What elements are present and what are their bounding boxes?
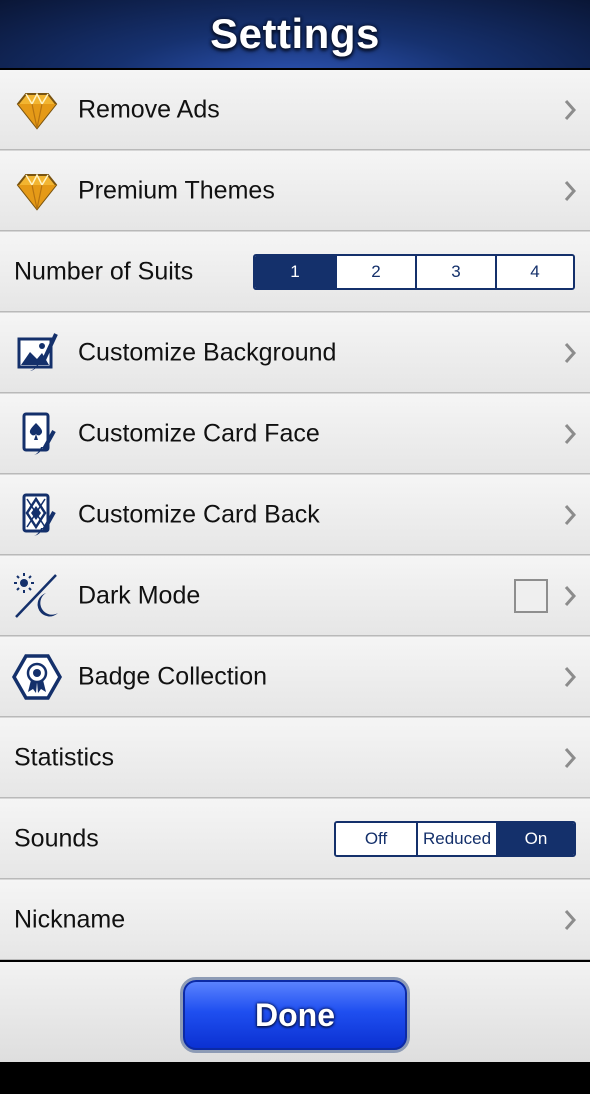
row-label: Nickname xyxy=(14,905,126,933)
sounds-segmented-control: Off Reduced On xyxy=(334,820,576,857)
sounds-row: Sounds Off Reduced On xyxy=(0,799,590,879)
chevron-right-icon xyxy=(562,98,578,122)
customize-card-back-row[interactable]: Customize Card Back xyxy=(0,475,590,555)
page-title: Settings xyxy=(210,10,380,57)
chevron-right-icon xyxy=(562,908,578,932)
dark-mode-checkbox[interactable] xyxy=(514,578,548,613)
suits-option-2[interactable]: 2 xyxy=(335,255,415,288)
row-label: Customize Card Face xyxy=(78,419,320,447)
sounds-option-reduced[interactable]: Reduced xyxy=(416,822,496,855)
sun-moon-icon xyxy=(12,571,62,621)
done-label: Done xyxy=(255,996,335,1033)
chevron-right-icon xyxy=(562,746,578,770)
suits-segmented-control: 1 2 3 4 xyxy=(253,253,575,290)
nickname-row[interactable]: Nickname xyxy=(0,880,590,960)
premium-themes-row[interactable]: Premium Themes xyxy=(0,151,590,231)
done-button[interactable]: Done xyxy=(180,977,410,1053)
row-label: Premium Themes xyxy=(78,176,275,204)
row-label: Customize Background xyxy=(78,338,337,366)
row-label: Statistics xyxy=(14,743,115,771)
dark-mode-row[interactable]: Dark Mode xyxy=(0,556,590,636)
statistics-row[interactable]: Statistics xyxy=(0,718,590,798)
card-back-brush-icon xyxy=(12,490,62,540)
sounds-option-on[interactable]: On xyxy=(496,822,574,855)
card-face-brush-icon xyxy=(12,409,62,459)
chevron-right-icon xyxy=(562,422,578,446)
row-label: Remove Ads xyxy=(78,95,220,123)
row-label: Customize Card Back xyxy=(78,500,320,528)
row-label: Number of Suits xyxy=(14,257,194,285)
diamond-icon xyxy=(12,85,62,135)
chevron-right-icon xyxy=(562,179,578,203)
header-bar: Settings xyxy=(0,0,590,68)
chevron-right-icon xyxy=(562,584,578,608)
number-of-suits-row: Number of Suits 1 2 3 4 xyxy=(0,232,590,312)
settings-list: Remove Ads Premium Themes Number of Suit… xyxy=(0,70,590,960)
row-label: Badge Collection xyxy=(78,662,268,690)
customize-background-row[interactable]: Customize Background xyxy=(0,313,590,393)
chevron-right-icon xyxy=(562,341,578,365)
remove-ads-row[interactable]: Remove Ads xyxy=(0,70,590,150)
suits-option-3[interactable]: 3 xyxy=(415,255,495,288)
chevron-right-icon xyxy=(562,665,578,689)
customize-card-face-row[interactable]: Customize Card Face xyxy=(0,394,590,474)
background-brush-icon xyxy=(12,328,62,378)
sounds-option-off[interactable]: Off xyxy=(336,822,416,855)
badge-collection-row[interactable]: Badge Collection xyxy=(0,637,590,717)
suits-option-4[interactable]: 4 xyxy=(495,255,573,288)
row-label: Dark Mode xyxy=(78,581,201,609)
bottom-bar xyxy=(0,1062,590,1094)
row-label: Sounds xyxy=(14,824,99,852)
suits-option-1[interactable]: 1 xyxy=(255,255,335,288)
badge-icon xyxy=(12,652,62,702)
diamond-icon xyxy=(12,166,62,216)
chevron-right-icon xyxy=(562,503,578,527)
